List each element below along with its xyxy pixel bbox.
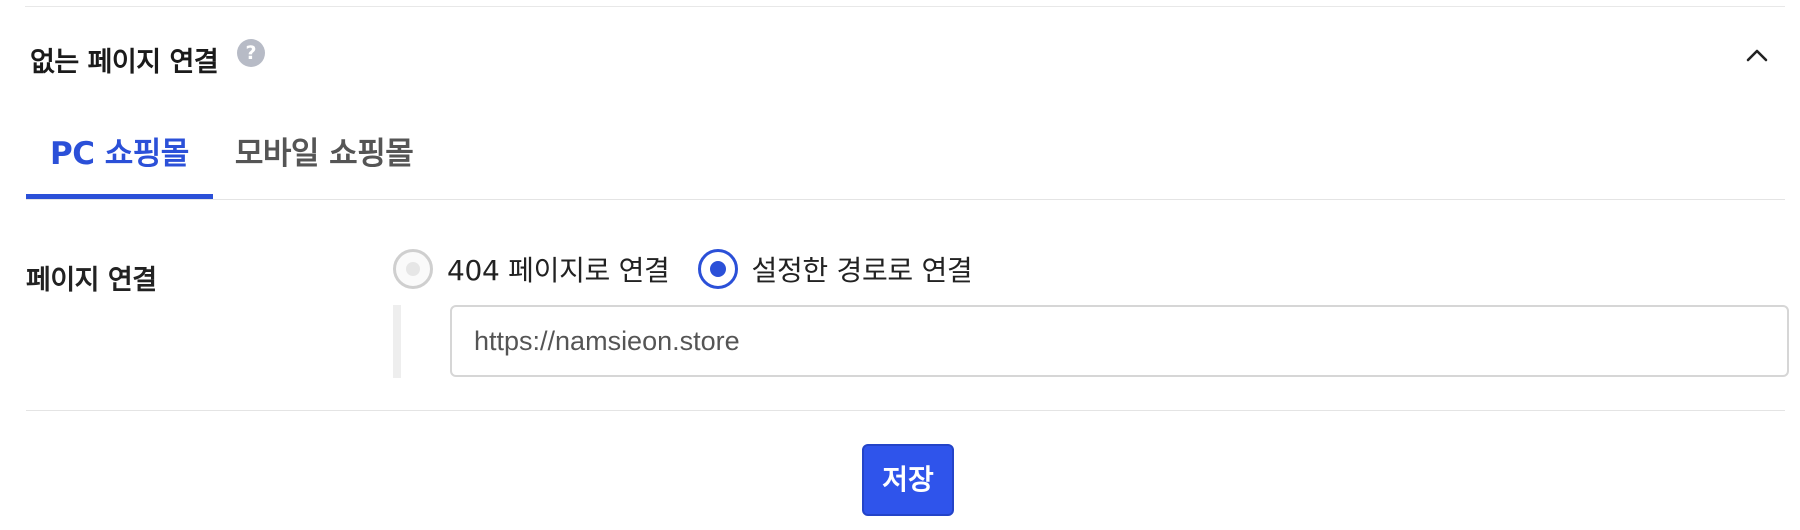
radio-custom-path-label: 설정한 경로로 연결 (751, 254, 973, 287)
bottom-divider (26, 410, 1785, 411)
tab-mobile-shop[interactable]: 모바일 쇼핑몰 (213, 126, 437, 200)
tab-divider (26, 199, 1785, 200)
help-icon[interactable]: ? (237, 39, 265, 67)
radio-404[interactable] (393, 249, 433, 289)
tab-pc-shop[interactable]: PC 쇼핑몰 (26, 126, 213, 200)
radio-dot (709, 261, 726, 277)
top-divider (25, 6, 1785, 7)
section-title: 없는 페이지 연결 (30, 47, 219, 78)
page-link-radio-group: 404 페이지로 연결 설정한 경로로 연결 (393, 248, 1000, 290)
save-button[interactable]: 저장 (862, 444, 954, 516)
radio-option-custom-path[interactable]: 설정한 경로로 연결 (697, 249, 973, 289)
radio-option-404[interactable]: 404 페이지로 연결 (393, 249, 670, 289)
section-header: 없는 페이지 연결 ? (25, 30, 1770, 82)
radio-custom-path[interactable] (697, 249, 738, 289)
radio-dot (406, 262, 420, 276)
page-link-label: 페이지 연결 (26, 265, 157, 296)
indent-bar (393, 305, 401, 378)
url-input[interactable] (450, 305, 1789, 377)
chevron-up-icon[interactable] (1744, 42, 1770, 68)
shop-tabs: PC 쇼핑몰 모바일 쇼핑몰 (26, 126, 437, 200)
radio-404-label: 404 페이지로 연결 (447, 254, 670, 287)
